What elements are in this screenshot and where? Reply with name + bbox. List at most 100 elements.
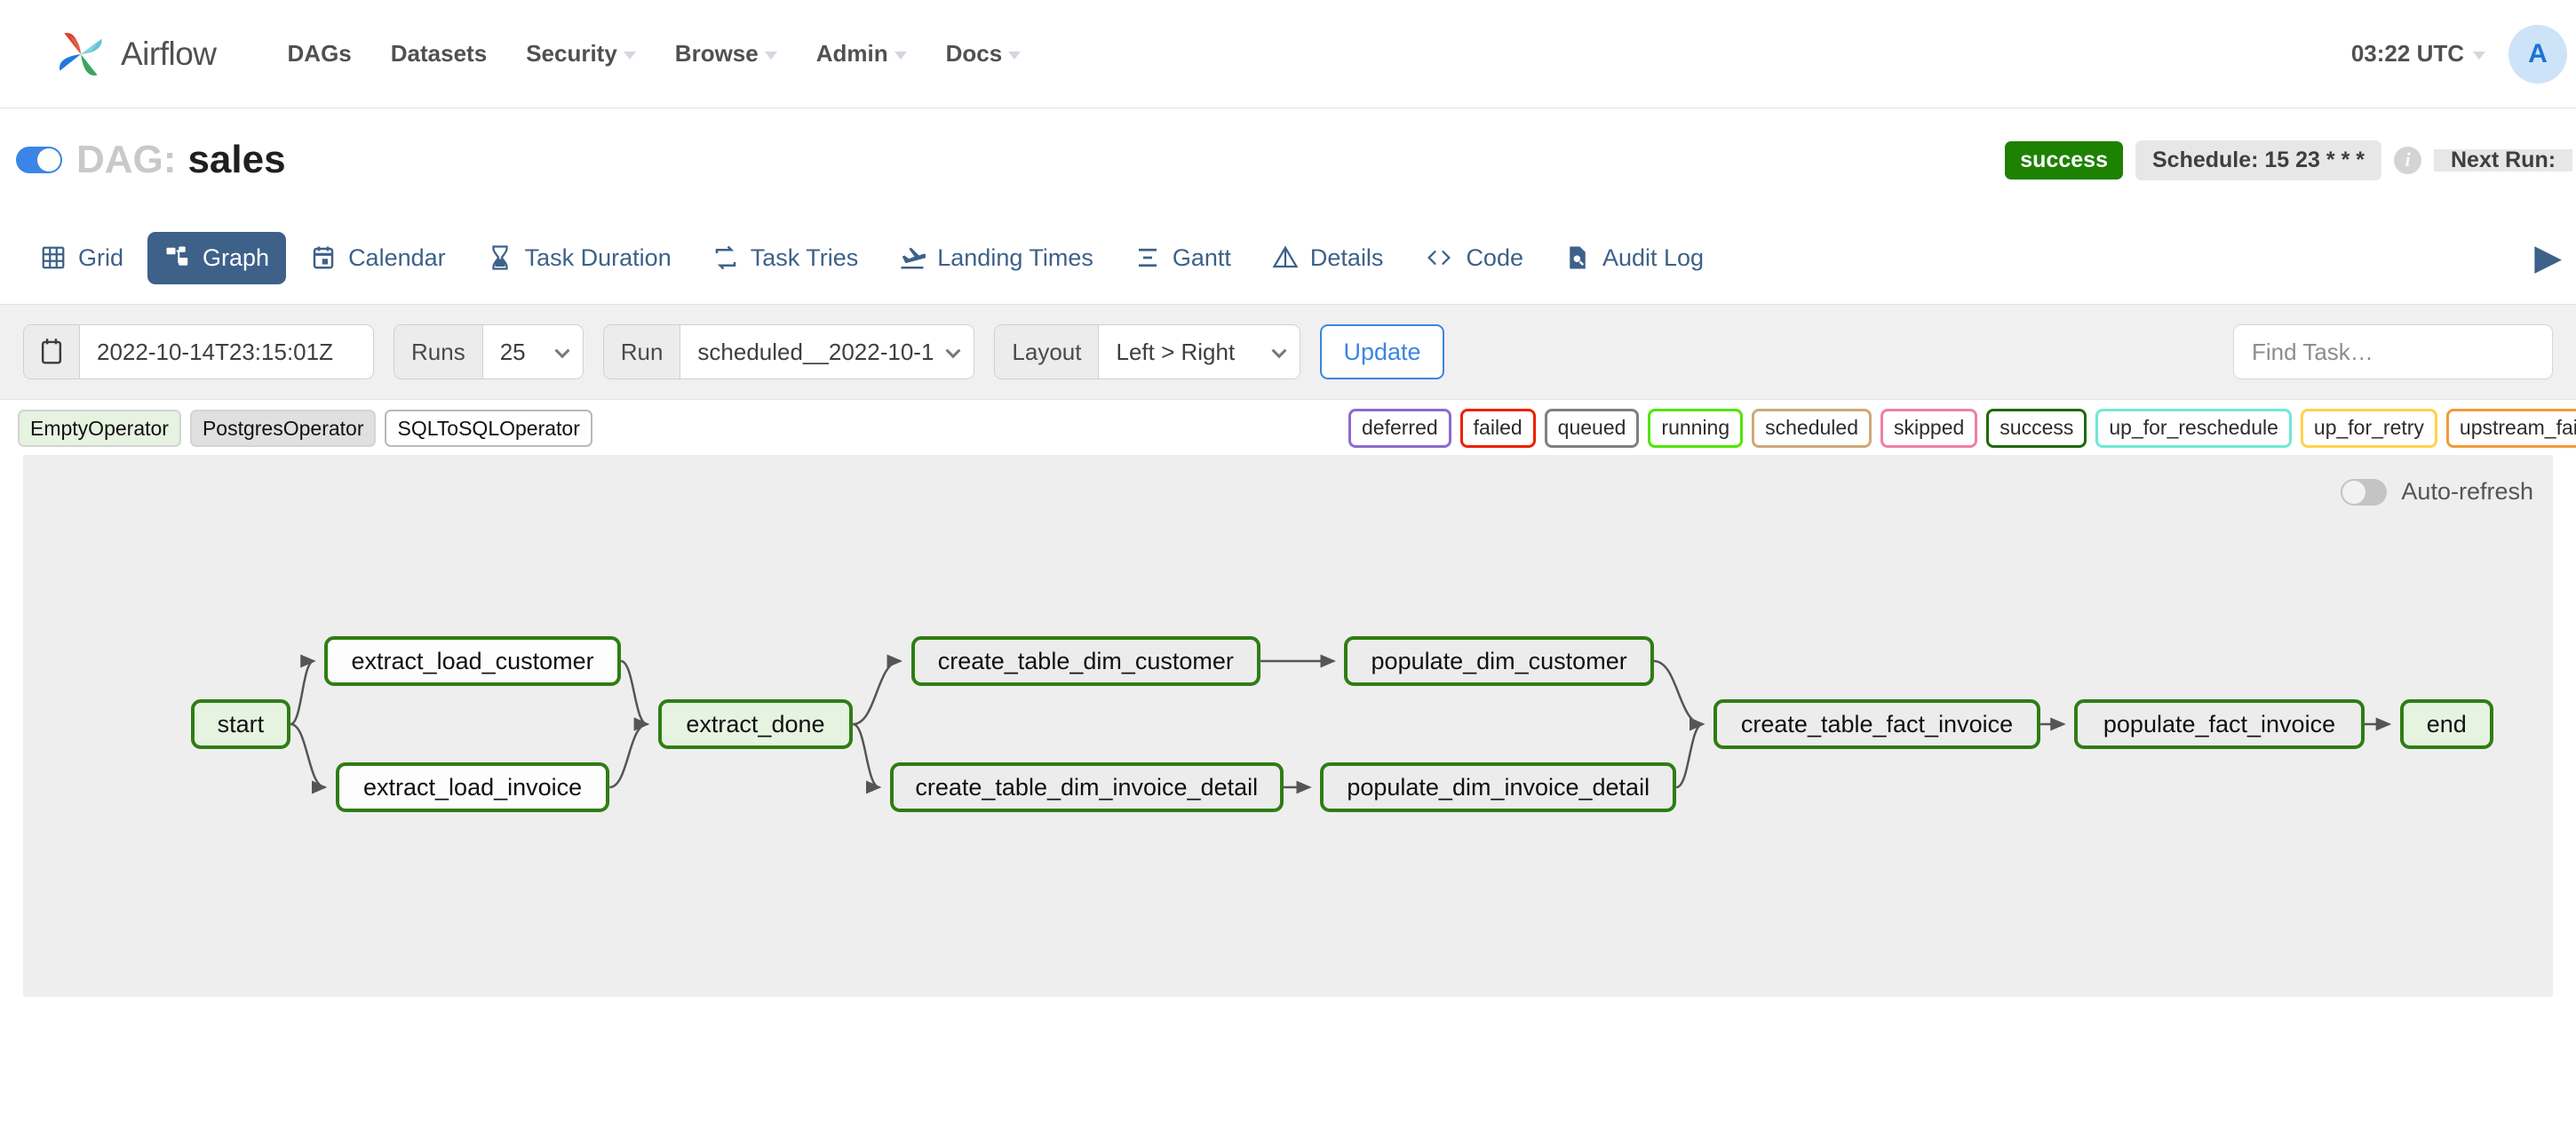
graph-node-create_table_dim_customer[interactable]: create_table_dim_customer <box>911 636 1261 686</box>
graph-node-extract_done[interactable]: extract_done <box>658 699 853 749</box>
graph-edge <box>853 661 900 724</box>
graph-node-create_table_fact_invoice[interactable]: create_table_fact_invoice <box>1713 699 2040 749</box>
tab-gantt[interactable]: Gantt <box>1117 232 1248 284</box>
brand-logo-link[interactable]: Airflow <box>53 27 217 82</box>
chevron-down-icon <box>894 52 907 60</box>
auto-refresh-control: Auto-refresh <box>2341 478 2533 506</box>
tab-label: Graph <box>203 244 269 272</box>
graph-node-populate_dim_customer[interactable]: populate_dim_customer <box>1344 636 1653 686</box>
dag-meta: success Schedule: 15 23 * * * i Next Run… <box>2005 140 2576 180</box>
tab-audit-log[interactable]: Audit Log <box>1547 232 1721 284</box>
status-badge-deferred[interactable]: deferred <box>1348 409 1451 448</box>
nav-label: Admin <box>816 40 888 68</box>
graph-node-populate_dim_invoice_detail[interactable]: populate_dim_invoice_detail <box>1320 762 1676 812</box>
nav-item-datasets[interactable]: Datasets <box>371 31 506 76</box>
status-badge-running[interactable]: running <box>1648 409 1743 448</box>
operator-badge[interactable]: PostgresOperator <box>190 410 377 447</box>
status-badge-up_for_reschedule[interactable]: up_for_reschedule <box>2095 409 2292 448</box>
graph-edge <box>621 661 648 724</box>
next-run-badge: Next Run: <box>2434 149 2572 171</box>
nav-item-browse[interactable]: Browse <box>656 31 797 76</box>
tab-details[interactable]: Details <box>1255 232 1401 284</box>
status-badge-success[interactable]: success <box>1986 409 2087 448</box>
schedule-badge: Schedule: 15 23 * * * <box>2135 140 2381 180</box>
operator-badge[interactable]: SQLToSQLOperator <box>385 410 592 447</box>
status-badge: success <box>2005 141 2123 179</box>
num-runs-select-wrap: 25 <box>483 325 583 379</box>
layout-select[interactable]: Left > Right <box>1099 325 1300 379</box>
toggle-knob <box>37 148 60 171</box>
dag-view-tabs: Grid Graph Calendar Task Duration Task T… <box>0 211 2576 304</box>
tab-task-tries[interactable]: Task Tries <box>696 232 876 284</box>
graph-node-create_table_dim_invoice_detail[interactable]: create_table_dim_invoice_detail <box>890 762 1284 812</box>
plane-landing-icon <box>899 244 926 271</box>
graph-edge <box>1654 661 1703 724</box>
trigger-dag-play-icon[interactable]: ▶ <box>2534 240 2562 275</box>
graph-node-populate_fact_invoice[interactable]: populate_fact_invoice <box>2074 699 2365 749</box>
base-date-input[interactable] <box>80 325 373 379</box>
status-badge-upstream_failed[interactable]: upstream_failed <box>2446 409 2576 448</box>
info-circle-icon[interactable]: i <box>2394 147 2421 174</box>
tab-code[interactable]: Code <box>1407 232 1540 284</box>
nav-item-docs[interactable]: Docs <box>926 31 1041 76</box>
chevron-down-icon <box>624 52 636 60</box>
triangle-alert-icon <box>1272 244 1299 271</box>
dag-label: DAG: <box>76 138 176 182</box>
run-select[interactable]: scheduled__2022-10-14T23:15:00+00:00 <box>680 325 974 379</box>
run-label: Run <box>604 325 681 379</box>
status-badge-up_for_retry[interactable]: up_for_retry <box>2301 409 2437 448</box>
tab-label: Task Tries <box>751 244 859 272</box>
status-legend: deferredfailedqueuedrunningscheduledskip… <box>1348 409 2576 448</box>
legend-row: EmptyOperatorPostgresOperatorSQLToSQLOpe… <box>0 400 2576 455</box>
graph-node-extract_load_customer[interactable]: extract_load_customer <box>324 636 621 686</box>
chevron-down-icon <box>2473 52 2485 60</box>
nav-label: Security <box>526 40 617 68</box>
nav-label: Docs <box>946 40 1003 68</box>
dag-pause-toggle[interactable] <box>16 147 62 173</box>
nav-item-dags[interactable]: DAGs <box>268 31 371 76</box>
graph-edge <box>1676 724 1703 787</box>
dag-graph-canvas[interactable]: Auto-refresh start extract_load_customere… <box>23 455 2553 997</box>
tab-label: Calendar <box>348 244 446 272</box>
tab-label: Code <box>1466 244 1523 272</box>
tab-task-duration[interactable]: Task Duration <box>470 232 688 284</box>
avatar[interactable]: A <box>2508 25 2567 84</box>
navbar-right: 03:22 UTC A <box>2351 25 2540 84</box>
status-badge-scheduled[interactable]: scheduled <box>1752 409 1872 448</box>
next-run-clip: Next Run: <box>2434 149 2576 171</box>
tab-label: Task Duration <box>525 244 672 272</box>
nav-label: DAGs <box>288 40 352 68</box>
find-task-input[interactable] <box>2233 324 2553 379</box>
nav-item-security[interactable]: Security <box>506 31 656 76</box>
layout-select-wrap: Left > Right <box>1099 325 1300 379</box>
grid-icon <box>40 244 67 271</box>
tab-graph[interactable]: Graph <box>147 232 286 284</box>
graph-icon <box>164 244 191 271</box>
status-badge-skipped[interactable]: skipped <box>1880 409 1977 448</box>
tab-grid[interactable]: Grid <box>23 232 140 284</box>
tab-label: Landing Times <box>937 244 1093 272</box>
graph-toolbar: Runs 25 Run scheduled__2022-10-14T23:15:… <box>0 304 2576 400</box>
tab-calendar[interactable]: Calendar <box>293 232 463 284</box>
status-badge-failed[interactable]: failed <box>1460 409 1536 448</box>
calendar-icon[interactable] <box>24 325 80 379</box>
auto-refresh-toggle[interactable] <box>2341 479 2387 506</box>
num-runs-select[interactable]: 25 <box>483 325 583 379</box>
status-badge-queued[interactable]: queued <box>1545 409 1640 448</box>
timezone-selector[interactable]: 03:22 UTC <box>2351 40 2485 68</box>
graph-node-end[interactable]: end <box>2400 699 2493 749</box>
update-button[interactable]: Update <box>1320 324 1443 379</box>
run-group: Run scheduled__2022-10-14T23:15:00+00:00 <box>603 324 975 379</box>
graph-node-start[interactable]: start <box>191 699 290 749</box>
graph-edge <box>290 661 314 724</box>
auto-refresh-label: Auto-refresh <box>2401 478 2533 506</box>
operator-badge[interactable]: EmptyOperator <box>18 410 181 447</box>
nav-label: Datasets <box>391 40 487 68</box>
dag-header: DAG: sales success Schedule: 15 23 * * *… <box>0 108 2576 211</box>
tab-landing-times[interactable]: Landing Times <box>882 232 1110 284</box>
runs-label: Runs <box>394 325 483 379</box>
tab-label: Details <box>1310 244 1384 272</box>
layout-label: Layout <box>995 325 1099 379</box>
graph-node-extract_load_invoice[interactable]: extract_load_invoice <box>336 762 609 812</box>
nav-item-admin[interactable]: Admin <box>797 31 926 76</box>
